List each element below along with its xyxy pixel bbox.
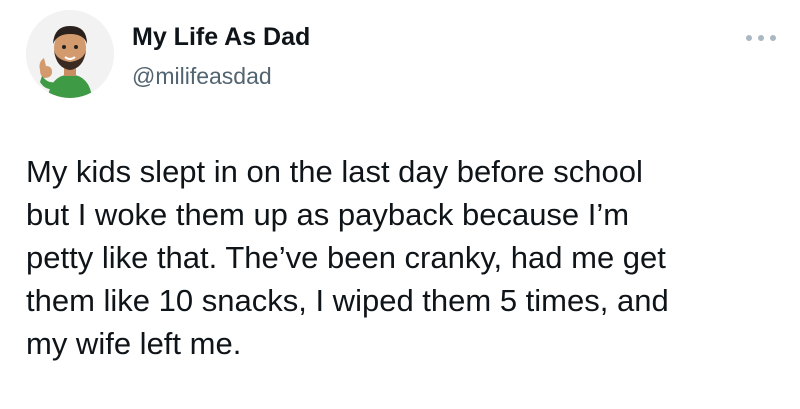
- bitmoji-avatar-icon: [26, 10, 114, 98]
- more-horizontal-icon: [758, 35, 764, 41]
- tweet-text-line: them like 10 snacks, I wiped them 5 time…: [26, 283, 669, 318]
- more-options-button[interactable]: [746, 28, 776, 48]
- tweet-text-line: but I woke them up as payback because I’…: [26, 197, 630, 232]
- more-horizontal-icon: [770, 35, 776, 41]
- author-avatar[interactable]: [26, 10, 114, 98]
- tweet-card: My Life As Dad @milifeasdad My kids slep…: [0, 0, 800, 409]
- author-display-name[interactable]: My Life As Dad: [132, 22, 310, 52]
- tweet-text-line: My kids slept in on the last day before …: [26, 154, 643, 189]
- author-handle[interactable]: @milifeasdad: [132, 62, 272, 90]
- more-horizontal-icon: [746, 35, 752, 41]
- tweet-text: My kids slept in on the last day before …: [26, 150, 771, 365]
- tweet-text-line: my wife left me.: [26, 326, 242, 361]
- tweet-text-line: petty like that. The’ve been cranky, had…: [26, 240, 666, 275]
